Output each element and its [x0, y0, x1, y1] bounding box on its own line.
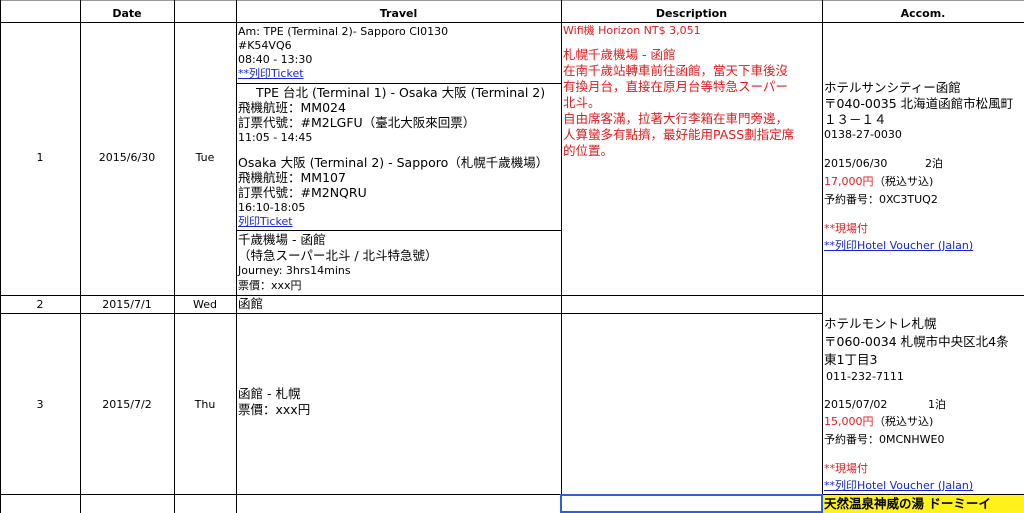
- hotel1-tax: （税込サ込): [874, 175, 934, 188]
- col-line-0: [0, 0, 1, 513]
- train-fare: 票價：xxx円: [238, 279, 302, 292]
- col-line-4: [561, 0, 562, 513]
- hotel2-phone: 011-232-7111: [826, 370, 904, 383]
- description-line-7: 的位置。: [563, 143, 614, 158]
- flight2-booking-code: 訂票代號：#M2LGFU（臺北大阪來回票）: [238, 115, 476, 130]
- description-line-3: 有換月台，直接在原月台等特急スーパー: [563, 79, 788, 94]
- train-name: （特急スーパー北斗 / 北斗特急號）: [238, 248, 438, 263]
- row1-date: 2015/6/30: [98, 151, 156, 164]
- header-date: Date: [112, 7, 142, 20]
- hotel1-nights: 2泊: [925, 157, 943, 170]
- train-route: 千歲機場 - 函館: [238, 232, 326, 247]
- hotel1-voucher-link[interactable]: **列印Hotel Voucher (Jalan): [824, 239, 973, 252]
- row1-bottom-line: [0, 295, 1024, 296]
- flight1-route: Am: TPE (Terminal 2)- Sapporo CI0130: [238, 25, 449, 38]
- description-line-2: 在南千歲站轉車前往函館，當天下車後沒: [563, 63, 789, 78]
- row1-day: Tue: [195, 151, 215, 164]
- flight2-number: 飛機航班：MM024: [238, 100, 346, 115]
- travel-sub-line-1: [236, 83, 561, 84]
- row2-day: Wed: [193, 298, 217, 311]
- description-line-5: 自由席客滿，拉著大行李箱在車門旁邊，: [563, 111, 789, 126]
- top-gridline: [0, 0, 1024, 1]
- header-bottom-line: [0, 22, 1024, 23]
- flight1-time: 08:40 - 13:30: [238, 53, 313, 66]
- flight3-time: 16:10-18:05: [238, 201, 306, 214]
- hotel2-tax: （税込サ込): [874, 415, 934, 428]
- hotel2-price: 15,000円: [824, 415, 874, 428]
- row3-date: 2015/7/2: [102, 398, 152, 411]
- train-journey: Journey: 3hrs14mins: [238, 264, 351, 277]
- col-line-3: [236, 0, 237, 513]
- flight2-time: 11:05 - 14:45: [238, 131, 313, 144]
- hotel1-phone: 0138-27-0030: [824, 128, 902, 141]
- flight3-number: 飛機航班：MM107: [238, 170, 346, 185]
- row3-number: 3: [36, 398, 44, 411]
- col-line-5: [822, 0, 823, 513]
- hotel2-reservation: 予約番号：0MCNHWE0: [824, 433, 945, 446]
- hotel1-stay-date: 2015/06/30: [824, 157, 888, 170]
- hotel2-nights: 1泊: [928, 398, 946, 411]
- row2-bottom-line: [0, 313, 822, 314]
- row2-date: 2015/7/1: [102, 298, 152, 311]
- row3-day: Thu: [194, 398, 216, 411]
- selected-cell[interactable]: [560, 494, 823, 513]
- description-line-1: 札幌千歲機場 - 函館: [563, 47, 676, 62]
- hotel3-name: 天然温泉神威の湯 ドーミーイ: [824, 496, 991, 511]
- hotel1-price: 17,000円: [824, 175, 874, 188]
- hotel1-address-2: １３－１４: [824, 112, 887, 127]
- col-line-1: [80, 0, 81, 513]
- row3-travel-route: 函館 - 札幌: [238, 386, 301, 401]
- hotel2-address-2: 東1丁目3: [824, 352, 878, 367]
- row2-number: 2: [36, 298, 44, 311]
- hotel1-reservation: 予約番号：0XC3TUQ2: [824, 193, 938, 206]
- hotel1-name: ホテルサンシティー函館: [824, 80, 961, 95]
- description-line-6: 人算蠻多有點擠，最好能用PASS劃指定席: [563, 127, 795, 142]
- header-travel: Travel: [379, 7, 418, 20]
- itinerary-spreadsheet: Date Travel Description Accom. 1 2015/6/…: [0, 0, 1024, 513]
- row2-travel: 函館: [238, 296, 264, 311]
- hotel2-stay-date: 2015/07/02: [824, 398, 888, 411]
- row3-travel-fare: 票價：xxx円: [238, 402, 311, 417]
- flight3-route: Osaka 大阪 (Terminal 2) - Sapporo（札幌千歲機場）: [238, 155, 549, 170]
- flight3-booking-code: 訂票代號：#M2NQRU: [238, 185, 367, 200]
- hotel2-address: 〒060-0034 札幌市中央区北4条: [824, 334, 1009, 349]
- flight2-route: TPE 台北 (Terminal 1) - Osaka 大阪 (Terminal…: [256, 85, 546, 100]
- description-line-4: 北斗。: [563, 95, 601, 110]
- flight2-ticket-link[interactable]: 列印Ticket: [238, 215, 293, 228]
- header-description: Description: [655, 7, 728, 20]
- hotel2-payment: **現場付: [824, 462, 868, 475]
- header-accom: Accom.: [900, 7, 946, 20]
- hotel2-voucher-link[interactable]: **列印Hotel Voucher (Jalan): [824, 479, 973, 492]
- wifi-rental-note: Wifi機 Horizon NT$ 3,051: [563, 24, 701, 37]
- hotel1-address: 〒040-0035 北海道函館市松風町: [824, 96, 1014, 111]
- col-line-2: [174, 0, 175, 513]
- flight1-ticket-link[interactable]: **列印Ticket: [238, 67, 304, 80]
- row1-number: 1: [36, 151, 44, 164]
- hotel2-name: ホテルモントレ札幌: [824, 316, 937, 331]
- hotel1-payment: **現場付: [824, 222, 868, 235]
- flight1-booking-code: #K54VQ6: [238, 39, 292, 52]
- travel-sub-line-2: [236, 230, 561, 231]
